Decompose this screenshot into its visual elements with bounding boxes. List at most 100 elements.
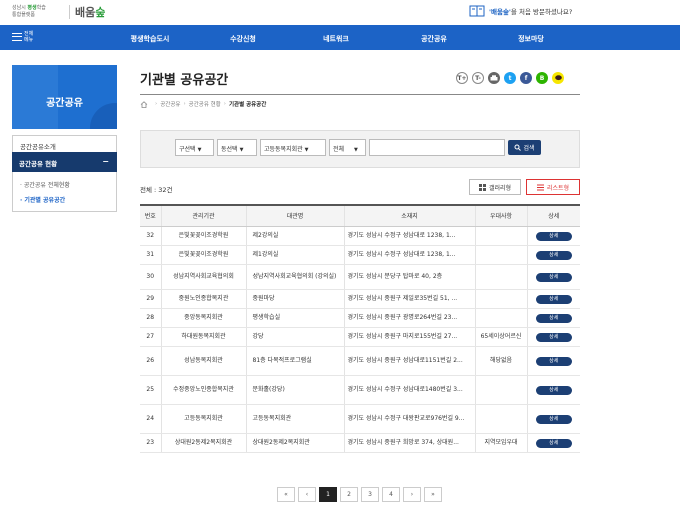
org-select-value: 고등동복지회관 [264,146,303,153]
gnb-item-network[interactable]: 네트워크 [323,34,349,44]
chevron-down-icon: ▼ [304,147,309,153]
cell-org: 중앙동복지회관 [160,308,246,328]
table-row[interactable]: 24 고등동복지회관 고등동복지회관 경기도 성남시 수정구 대왕판교로976번길 9… [140,404,580,434]
gallery-view-button[interactable]: 갤러리형 [469,179,521,195]
cell-address: 경기도 성남시 수정구 대왕판교로976번길 9... [343,404,475,434]
lnb-sub-item-by-org[interactable]: · 기관별 공유공간 [13,192,116,207]
all-menu-label-2: 메뉴 [24,37,34,43]
lnb-item-intro[interactable]: 공간공유소개 [12,135,117,152]
page-number[interactable]: 1 [319,487,337,502]
cell-no: 24 [140,404,161,434]
page-number[interactable]: 2 [340,487,358,502]
cell-detail: 상세 [526,327,580,347]
cell-name: 고등동복지회관 [245,404,344,434]
org-select[interactable]: 고등동복지회관 ▼ [260,139,326,156]
cell-address: 경기도 성남시 수정구 성남대로 1238, 1... [343,245,475,265]
table-row[interactable]: 23 상대원2동제2복지회관 상대원2동제2복지회관 경기도 성남시 중원구 희망로 … [140,433,580,453]
twitter-icon[interactable]: t [504,72,516,84]
search-button[interactable]: 검색 [508,140,541,155]
breadcrumb-item[interactable]: 공간공유 현황 [189,100,221,108]
lnb-item-status[interactable]: 공간공유 현황 − [12,152,117,172]
search-icon [514,144,522,151]
cell-preference [474,226,527,246]
cell-no: 31 [140,245,161,265]
breadcrumb-current: 기관별 공유공간 [228,102,267,108]
cell-org: 수정중앙노인종합복지관 [160,375,246,405]
detail-button[interactable]: 상세 [535,385,572,395]
page-number[interactable]: 4 [382,487,400,502]
search-input[interactable] [369,139,505,156]
gnb-item-course-apply[interactable]: 수강신청 [230,34,256,44]
site-logo[interactable]: 성남시 평생학습 통합플랫폼 배움숲 [12,4,105,20]
col-header-name: 대관명 [245,204,344,227]
detail-button[interactable]: 상세 [535,313,572,323]
breadcrumb-separator: › [223,101,226,107]
cell-preference [474,308,527,328]
font-decrease-button[interactable]: T- [472,72,484,84]
cell-detail: 상세 [526,289,580,309]
type-select-value: 전체 [333,146,345,153]
kakao-icon[interactable] [552,72,564,84]
cell-name: 상대원2동제2복지회관 [245,433,344,453]
list-view-button[interactable]: 리스트형 [526,179,580,195]
detail-button[interactable]: 상세 [535,414,572,424]
cell-name: 성남지역사회교육협의회 (강의실) [245,264,344,290]
chevron-down-icon: ▼ [354,147,358,153]
table-row[interactable]: 27 하대원동복지회관 강당 경기도 성남시 중원구 마지로155번길 27... 65… [140,327,580,347]
col-header-no: 번호 [140,204,161,227]
table-row[interactable]: 28 중앙동복지회관 평생학습실 경기도 성남시 중원구 광명로264번길 23...… [140,308,580,328]
first-visit-link[interactable]: '배움숲' 을 처음 방문하셨나요? [469,4,572,17]
pagination: « ‹ 1 2 3 4 › » [277,487,445,502]
share-toolbar: T+ T- t f B [456,72,568,84]
detail-button[interactable]: 상세 [535,332,572,342]
detail-button[interactable]: 상세 [535,231,572,241]
table-row[interactable]: 31 은빛꽃꽂이조경학원 제1강의실 경기도 성남시 수정구 성남대로 1238, 1… [140,245,580,265]
print-icon[interactable] [488,72,500,84]
page-number[interactable]: 3 [361,487,379,502]
breadcrumb-item[interactable]: 공간공유 [160,100,180,108]
detail-button[interactable]: 상세 [535,250,572,260]
first-page-button[interactable]: « [277,487,295,502]
gnb-item-space-share[interactable]: 공간공유 [421,34,447,44]
cell-org: 성남지역사회교육협의회 [160,264,246,290]
type-select[interactable]: 전체 ▼ [329,139,366,156]
cell-preference [474,245,527,265]
next-page-button[interactable]: › [403,487,421,502]
cell-detail: 상세 [526,433,580,453]
col-header-address: 소재지 [343,204,475,227]
detail-button[interactable]: 상세 [535,272,572,282]
gnb-item-lifelong-city[interactable]: 평생학습도시 [131,34,170,44]
table-row[interactable]: 30 성남지역사회교육협의회 성남지역사회교육협의회 (강의실) 경기도 성남시 분당… [140,264,580,290]
last-page-button[interactable]: » [424,487,442,502]
printer-glyph [490,74,498,80]
gnb-item-info[interactable]: 정보마당 [518,34,544,44]
cell-no: 32 [140,226,161,246]
district-select[interactable]: 구선택 ▼ [175,139,214,156]
visit-brand: '배움숲' [489,7,511,16]
cell-address: 경기도 성남시 중원구 희망로 374, 상대원... [343,433,475,453]
lnb-banner: 공간공유 [12,65,117,129]
home-icon[interactable] [140,100,148,108]
list-icon [536,184,544,190]
facebook-icon[interactable]: f [520,72,532,84]
table-row[interactable]: 25 수정중앙노인종합복지관 문화홀(강당) 경기도 성남시 수정구 성남대로1480… [140,375,580,405]
detail-button[interactable]: 상세 [535,294,572,304]
col-header-org: 관리기관 [160,204,246,227]
cell-detail: 상세 [526,245,580,265]
all-menu-button[interactable]: 전체 메뉴 [12,31,33,43]
prev-page-button[interactable]: ‹ [298,487,316,502]
font-increase-button[interactable]: T+ [456,72,468,84]
detail-button[interactable]: 상세 [535,356,572,366]
table-row[interactable]: 32 은빛꽃꽂이조경학원 제2강의실 경기도 성남시 수정구 성남대로 1238, 1… [140,226,580,246]
blog-icon[interactable]: B [536,72,548,84]
logo-city: 성남시 [12,5,26,11]
table-row[interactable]: 26 성남동복지회관 81층 다목적프로그램실 경기도 성남시 중원구 성남대로115… [140,346,580,376]
cell-name: 중원마당 [245,289,344,309]
logo-wordmark: 배움숲 [75,4,105,20]
cell-no: 30 [140,264,161,290]
col-header-detail: 상세 [526,204,580,227]
dong-select[interactable]: 동선택 ▼ [217,139,257,156]
table-row[interactable]: 29 중원노인종합복지관 중원마당 경기도 성남시 중원구 제일로35번길 51, .… [140,289,580,309]
detail-button[interactable]: 상세 [535,438,572,448]
lnb-sub-item-overall[interactable]: · 공간공유 전체현황 [13,177,116,192]
